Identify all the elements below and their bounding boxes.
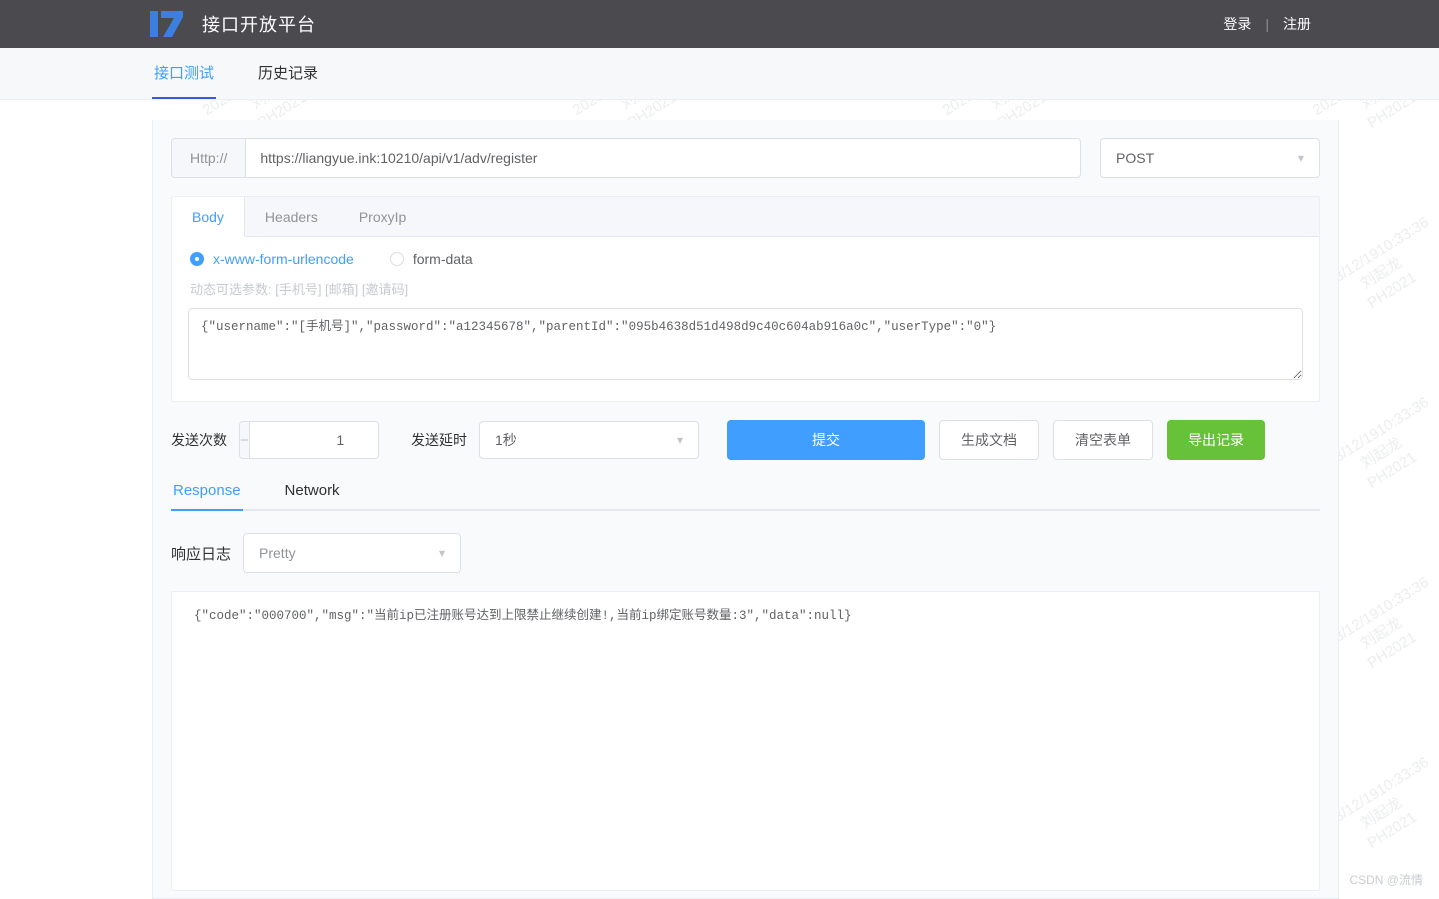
export-records-button[interactable]: 导出记录 xyxy=(1167,420,1265,460)
app-header: 接口开放平台 登录 | 注册 xyxy=(0,0,1439,48)
header-separator: | xyxy=(1265,16,1269,32)
http-method-value: POST xyxy=(1116,150,1155,166)
clear-form-button[interactable]: 清空表单 xyxy=(1053,420,1153,460)
response-format-value: Pretty xyxy=(259,545,296,561)
send-controls-row: 发送次数 − + 发送延时 1秒 ▾ 提交 生成文档 清空表单 导出记录 xyxy=(171,420,1320,460)
response-log-label: 响应日志 xyxy=(171,545,232,563)
url-input[interactable] xyxy=(246,139,1080,177)
send-delay-label: 发送延时 xyxy=(411,432,467,448)
send-delay-value: 1秒 xyxy=(495,432,517,448)
body-tab-bar: Body Headers ProxyIp xyxy=(172,197,1319,237)
csdn-credit: CSDN @流情 xyxy=(1341,868,1431,891)
register-link[interactable]: 注册 xyxy=(1283,14,1311,34)
radio-label-urlencode: x-www-form-urlencode xyxy=(213,251,354,267)
tab-proxyip[interactable]: ProxyIp xyxy=(339,197,427,236)
response-body-text: {"code":"000700","msg":"当前ip已注册账号达到上限禁止继… xyxy=(194,609,852,623)
response-log-row: 响应日志 Pretty ▾ xyxy=(171,533,1320,573)
tab-network[interactable]: Network xyxy=(283,482,342,511)
tab-history[interactable]: 历史记录 xyxy=(256,48,320,99)
url-input-group: Http:// xyxy=(171,138,1081,178)
response-format-select[interactable]: Pretty ▾ xyxy=(243,533,462,573)
send-delay-select[interactable]: 1秒 ▾ xyxy=(479,421,699,459)
http-method-select[interactable]: POST ▾ xyxy=(1100,138,1320,178)
url-protocol-prefix: Http:// xyxy=(172,139,247,177)
submit-button[interactable]: 提交 xyxy=(727,420,925,460)
generate-doc-button[interactable]: 生成文档 xyxy=(939,420,1039,460)
tab-body[interactable]: Body xyxy=(172,197,245,237)
radio-dot-icon xyxy=(389,252,404,266)
radio-label-form-data: form-data xyxy=(412,251,473,267)
main-nav-tabs: 接口测试 历史记录 xyxy=(0,48,1439,100)
send-count-label: 发送次数 xyxy=(171,432,227,448)
chevron-down-icon: ▾ xyxy=(676,433,683,447)
url-row: Http:// POST ▾ xyxy=(171,138,1320,178)
request-body-input[interactable]: {"username":"[手机号]","password":"a1234567… xyxy=(188,308,1303,380)
radio-x-www-form-urlencode[interactable]: x-www-form-urlencode xyxy=(190,251,354,267)
decrement-button[interactable]: − xyxy=(240,422,250,458)
request-card: Http:// POST ▾ Body Headers ProxyIp x-ww… xyxy=(152,120,1339,899)
radio-form-data[interactable]: form-data xyxy=(389,251,473,267)
page-title: 接口开放平台 xyxy=(202,15,316,35)
radio-dot-icon xyxy=(190,252,204,266)
logo-17-icon xyxy=(150,11,184,37)
tab-headers[interactable]: Headers xyxy=(245,197,339,236)
login-link[interactable]: 登录 xyxy=(1223,14,1251,34)
send-count-input[interactable] xyxy=(249,422,378,458)
main-content: Http:// POST ▾ Body Headers ProxyIp x-ww… xyxy=(0,100,1439,899)
response-tab-bar: Response Network xyxy=(171,482,1320,511)
tab-interface-test[interactable]: 接口测试 xyxy=(152,48,217,99)
dynamic-param-hint: 动态可选参数: [手机号] [邮箱] [邀请码] xyxy=(190,282,409,297)
content-type-radio-group: x-www-form-urlencode form-data xyxy=(172,237,1319,267)
request-body-panel: Body Headers ProxyIp x-www-form-urlencod… xyxy=(171,196,1320,402)
chevron-down-icon: ▾ xyxy=(1297,151,1304,165)
header-actions: 登录 | 注册 xyxy=(1223,14,1415,34)
tab-response[interactable]: Response xyxy=(171,482,243,511)
chevron-down-icon: ▾ xyxy=(438,546,446,560)
response-output-box: {"code":"000700","msg":"当前ip已注册账号达到上限禁止继… xyxy=(171,591,1320,891)
body-textarea-wrap: {"username":"[手机号]","password":"a1234567… xyxy=(172,298,1319,401)
send-count-stepper: − + xyxy=(239,421,379,459)
